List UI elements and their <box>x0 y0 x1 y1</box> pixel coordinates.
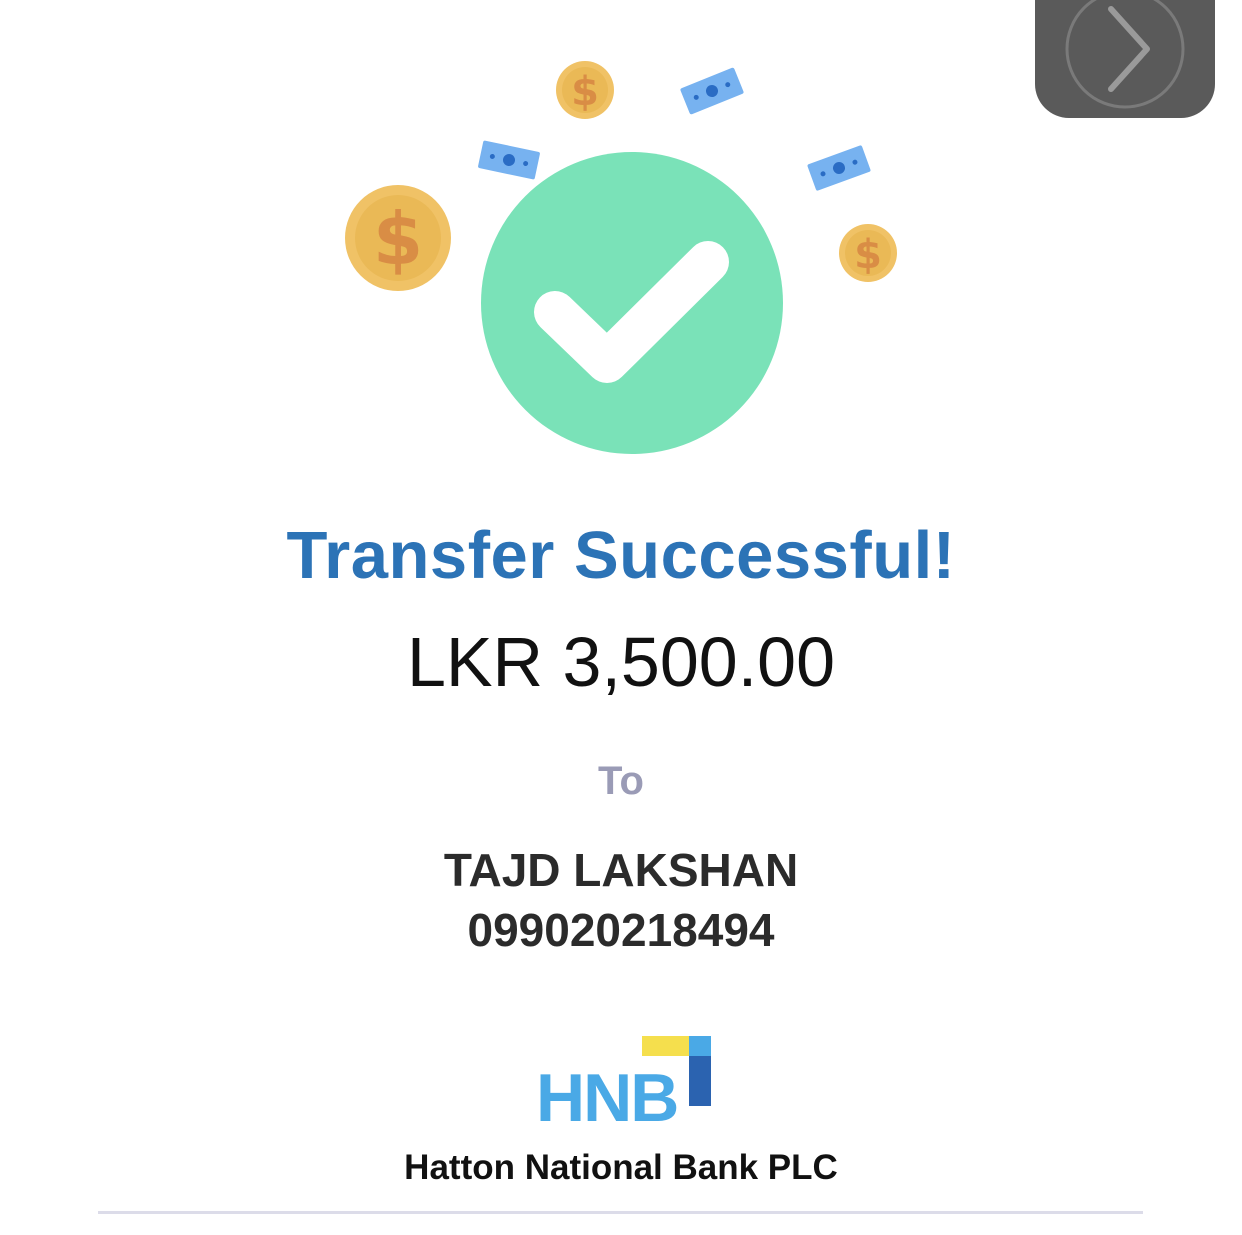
recipient-label: To <box>598 759 644 803</box>
banknote-icon <box>680 67 744 115</box>
bank-name: Hatton National Bank PLC <box>404 1148 838 1187</box>
dollar-coin-icon: $ <box>556 61 614 119</box>
transfer-amount: LKR 3,500.00 <box>406 623 836 701</box>
banknote-icon <box>478 140 540 180</box>
banknote-icon <box>807 145 871 191</box>
bank-logo-text: HNB <box>536 1060 679 1136</box>
divider <box>98 1211 1143 1214</box>
recipient-account-number: 099020218494 <box>467 904 775 956</box>
page-title: Transfer Successful! <box>286 518 956 593</box>
svg-text:$: $ <box>854 232 882 278</box>
success-illustration: $ $ $ <box>345 61 897 454</box>
dollar-coin-icon: $ <box>839 224 897 282</box>
check-circle-icon <box>481 152 783 454</box>
svg-text:$: $ <box>373 197 423 281</box>
recipient-name: TAJD LAKSHAN <box>443 844 799 896</box>
dollar-coin-icon: $ <box>345 185 451 291</box>
svg-text:$: $ <box>571 69 599 115</box>
